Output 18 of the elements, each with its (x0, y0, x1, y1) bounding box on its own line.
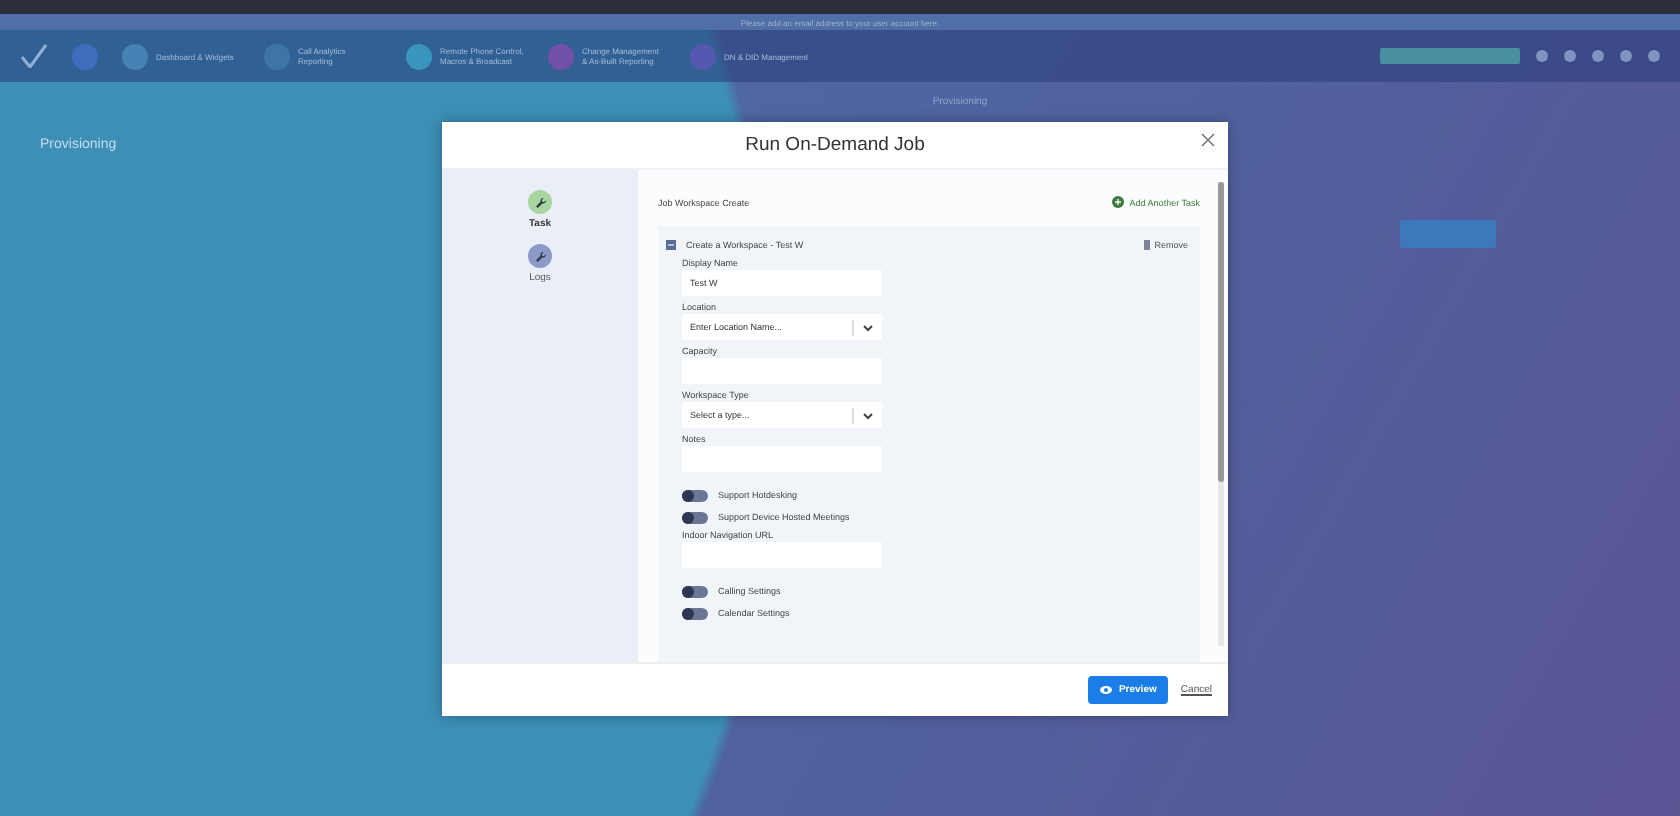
chevron-icon (862, 323, 874, 331)
toggle-switch[interactable] (682, 607, 708, 619)
nav-icon[interactable] (122, 43, 148, 69)
close-icon[interactable] (1200, 132, 1216, 148)
toggle-switch[interactable] (682, 585, 708, 597)
toggle-switch[interactable] (682, 511, 708, 523)
toggle-switch[interactable] (682, 489, 708, 501)
modal-title: Run On-Demand Job (745, 134, 925, 156)
nav-icon[interactable] (406, 43, 432, 69)
eye-icon (1100, 686, 1113, 694)
plus-circle-icon (1111, 196, 1124, 208)
chevron-icon (862, 411, 874, 419)
collapse-icon[interactable] (666, 239, 676, 249)
wrench-icon[interactable] (528, 244, 552, 268)
logo-icon (20, 44, 48, 68)
scrollbar[interactable] (1218, 182, 1224, 646)
trash-icon (1144, 239, 1151, 249)
wrench-icon[interactable] (528, 190, 552, 214)
